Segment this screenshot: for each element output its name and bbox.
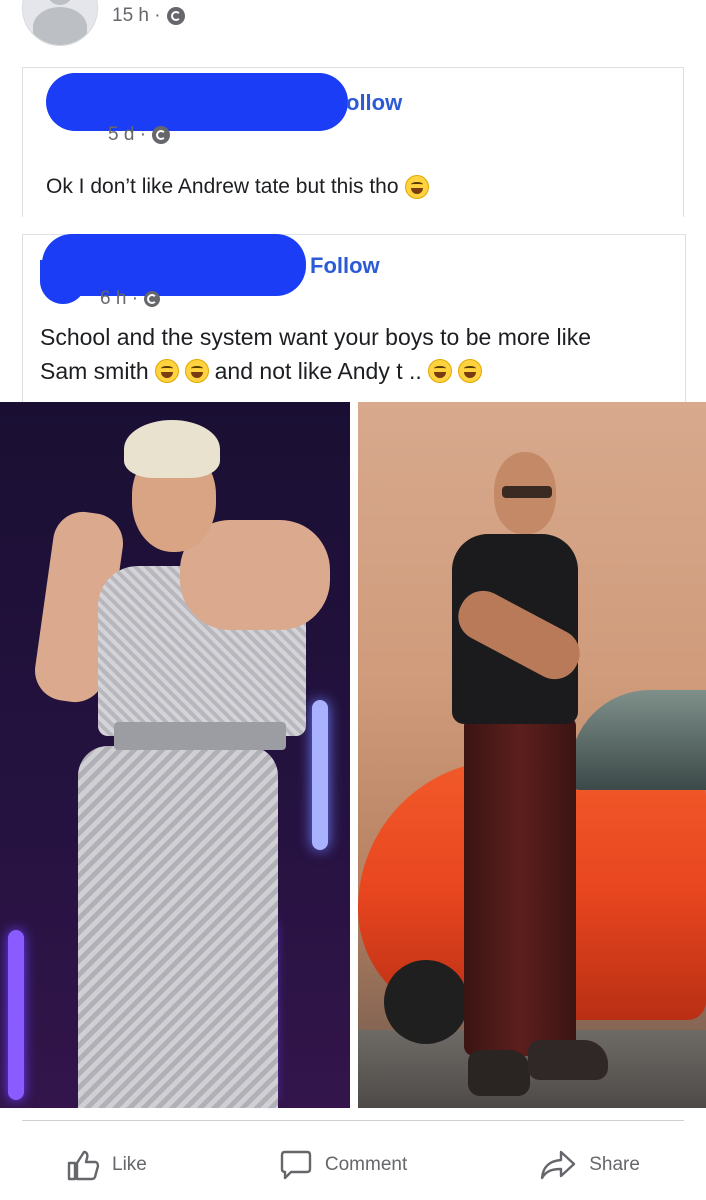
thumbs-up-icon <box>66 1149 100 1181</box>
shared-post-1-text: Ok I don’t like Andrew tate but this tho <box>46 175 429 199</box>
caption-line-2a: Sam smith <box>40 358 149 384</box>
action-bar: Like Comment Share <box>0 1135 706 1195</box>
shared-post-2-meta: 6 h · <box>100 288 161 310</box>
performer-pants <box>78 746 278 1108</box>
laughing-tears-emoji-icon <box>427 359 452 383</box>
like-label: Like <box>112 1154 147 1175</box>
caption-line-2b: and not like Andy t .. <box>214 358 422 384</box>
stage-light <box>8 930 24 1100</box>
follow-button[interactable]: ollow <box>346 90 402 116</box>
globe-icon <box>166 7 185 25</box>
text-line: Sam smith and not like Andy t .. <box>40 354 670 388</box>
stage-light <box>312 700 328 850</box>
text-line: School and the system want your boys to … <box>40 320 670 354</box>
share-arrow-icon <box>539 1149 577 1181</box>
post-meta-top: 15 h · <box>112 5 185 27</box>
comment-bubble-icon <box>279 1149 313 1181</box>
like-button[interactable]: Like <box>66 1149 147 1181</box>
shared-post-1-caption: Ok I don’t like Andrew tate but this tho <box>46 175 399 198</box>
divider <box>22 1120 684 1121</box>
sunglasses <box>502 486 552 498</box>
redaction-scribble <box>40 260 86 304</box>
avatar[interactable] <box>22 0 98 46</box>
share-button[interactable]: Share <box>539 1149 640 1181</box>
performer-belt <box>114 722 286 750</box>
man-shoe <box>528 1040 608 1080</box>
laughing-tears-emoji-icon <box>457 359 482 383</box>
redaction-scribble <box>46 73 348 131</box>
globe-icon <box>152 126 171 144</box>
comment-label: Comment <box>324 1154 408 1175</box>
share-label: Share <box>589 1154 640 1175</box>
car-wheel <box>384 960 468 1044</box>
avatar-head-shape <box>47 0 73 5</box>
shared-post-2-timestamp[interactable]: 6 h · <box>100 288 138 310</box>
caption-line-1: School and the system want your boys to … <box>40 324 592 350</box>
follow-button[interactable]: Follow <box>310 253 380 279</box>
performer-hair <box>124 420 220 478</box>
man-shoe <box>468 1050 530 1096</box>
laughing-tears-emoji-icon <box>184 359 209 383</box>
shared-post-1-timestamp[interactable]: 5 d · <box>108 124 146 146</box>
laughing-tears-emoji-icon <box>154 359 179 383</box>
globe-icon <box>144 291 161 307</box>
man-trousers <box>464 716 576 1056</box>
avatar-body-shape <box>33 7 87 45</box>
shared-post-2-text: School and the system want your boys to … <box>40 320 670 388</box>
grinning-sweat-emoji-icon <box>404 175 429 199</box>
post-timestamp[interactable]: 15 h · <box>112 5 161 27</box>
comment-button[interactable]: Comment <box>279 1149 407 1181</box>
shared-post-1-meta: 5 d · <box>108 124 171 146</box>
